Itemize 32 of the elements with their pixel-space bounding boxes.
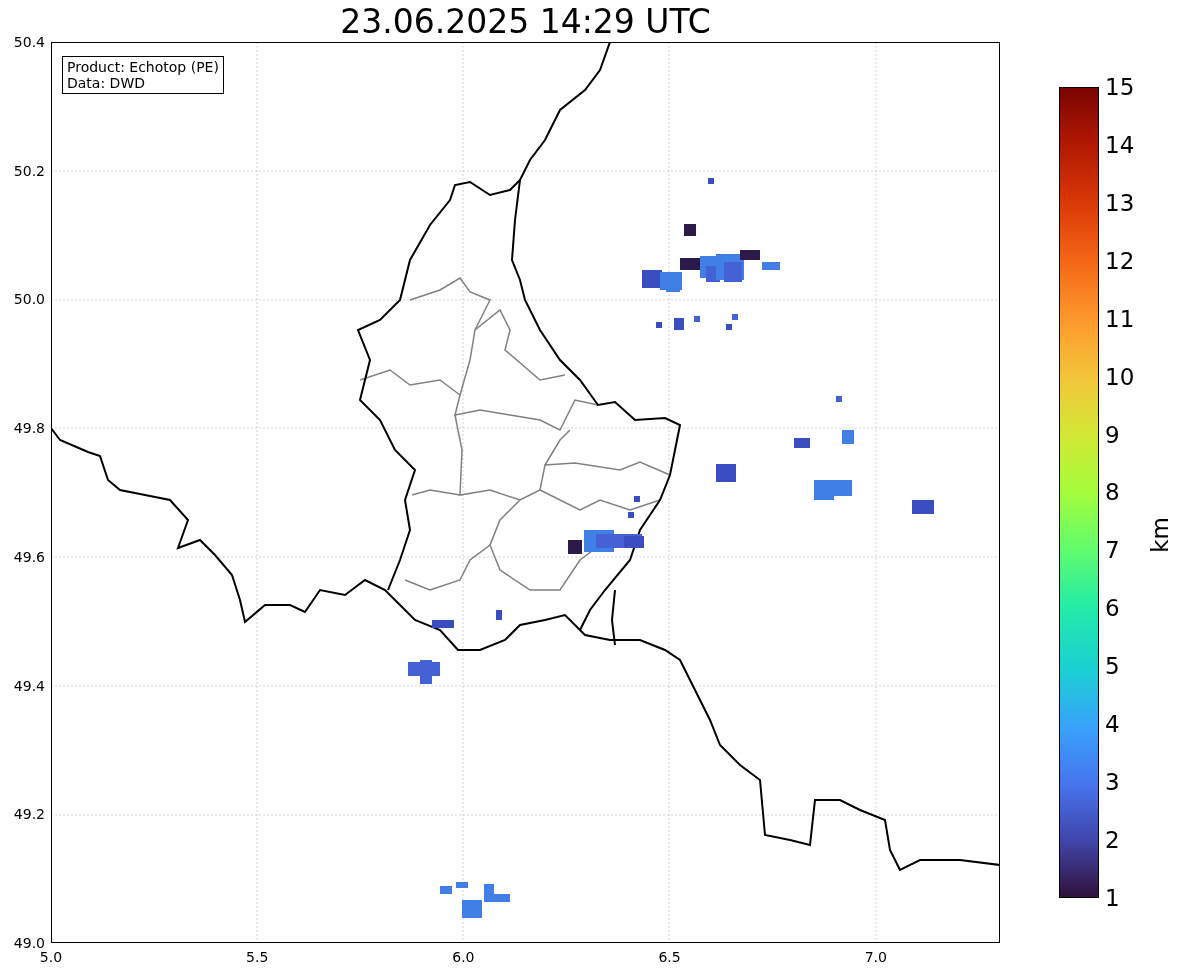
axis-tick-label: 49.2 [13,806,45,823]
info-text: Data: DWD [67,75,146,91]
colorbar-tick-label: 3 [1105,769,1121,796]
axis-tick-label: 49.4 [13,677,45,694]
colorbar-tick-label: 2 [1105,827,1121,853]
colorbar-tick-label: 15 [1105,74,1135,100]
axis-tick-label: 50.0 [13,291,45,308]
colorbar-tick-label: 4 [1105,711,1121,738]
colorbar-tick-label: 11 [1105,305,1135,332]
axis-tick-label: 49.8 [13,420,45,437]
colorbar-tick-label: 5 [1105,653,1121,680]
axis-tick-label: 7.0 [864,949,887,965]
axis-tick-label: 50.2 [13,162,45,179]
axis-tick-label: 49.0 [13,934,45,951]
colorbar-tick-label: 7 [1105,537,1121,564]
colorbar-label: km [1146,517,1173,553]
colorbar-tick-label: 10 [1105,363,1135,390]
colorbar-tick-label: 1 [1105,884,1121,911]
axis-tick-label: 5.0 [39,949,63,965]
axis-tick-label: 50.4 [13,34,45,50]
chart-title: 23.06.2025 14:29 UTC [340,2,711,42]
colorbar-tick-label: 6 [1105,595,1121,622]
info-text: Product: Echotop (PE) [67,59,219,75]
axis-tick-label: 6.0 [452,949,475,965]
colorbar-tick-label: 14 [1105,131,1135,158]
colorbar-tick-label: 13 [1105,189,1135,216]
colorbar-tick-label: 9 [1105,421,1121,448]
colorbar-tick-label: 8 [1105,479,1121,506]
axis-tick-label: 49.6 [13,548,45,565]
axis-tick-label: 5.5 [246,949,269,965]
colorbar-tick-label: 12 [1105,247,1135,274]
axis-tick-label: 6.5 [658,949,681,965]
